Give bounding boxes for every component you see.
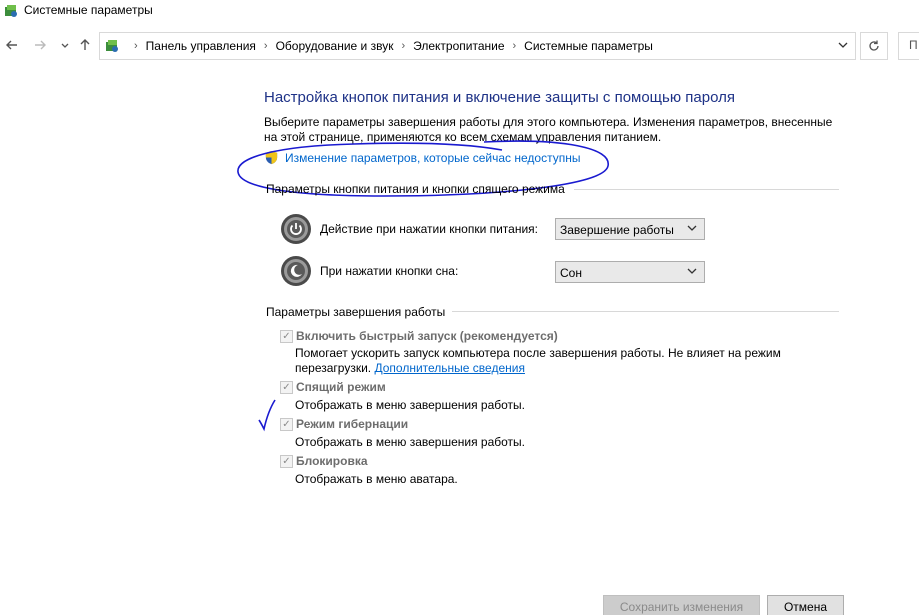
checkmark-icon: ✓	[282, 419, 291, 430]
cancel-button[interactable]: Отмена	[767, 595, 844, 615]
uac-shield-icon	[265, 150, 278, 165]
power-button-action-select[interactable]: Завершение работы	[555, 218, 705, 240]
lock-checkbox[interactable]: ✓	[280, 455, 293, 468]
chevron-down-icon	[61, 43, 69, 48]
sleep-description: Отображать в меню завершения работы.	[295, 398, 526, 412]
arrow-up-icon	[80, 39, 90, 50]
change-unavailable-settings-link[interactable]: Изменение параметров, которые сейчас нед…	[285, 151, 581, 165]
sleep-checkbox[interactable]: ✓	[280, 381, 293, 394]
breadcrumb-separator[interactable]: ›	[401, 40, 405, 52]
power-button-action-value: Завершение работы	[560, 223, 674, 237]
fast-startup-description: Помогает ускорить запуск компьютера посл…	[295, 346, 815, 376]
intro-text: Выберите параметры завершения работы для…	[264, 115, 833, 144]
sleep-button-action-value: Сон	[560, 266, 582, 280]
chevron-down-icon	[686, 222, 698, 237]
lock-description: Отображать в меню аватара.	[295, 472, 458, 486]
fast-startup-label: Включить быстрый запуск (рекомендуется)	[296, 329, 558, 343]
power-button-icon	[281, 214, 311, 244]
breadcrumb: › Панель управления › Оборудование и зву…	[126, 39, 653, 53]
arrow-left-icon	[6, 40, 17, 50]
recent-locations-button[interactable]	[56, 35, 74, 55]
hibernate-checkbox[interactable]: ✓	[280, 418, 293, 431]
sleep-button-action-select[interactable]: Сон	[555, 261, 705, 283]
hibernate-description: Отображать в меню завершения работы.	[295, 435, 526, 449]
more-info-link[interactable]: Дополнительные сведения	[374, 361, 524, 375]
group-divider	[452, 311, 839, 312]
save-changes-button[interactable]: Сохранить изменения	[603, 595, 760, 615]
breadcrumb-separator[interactable]: ›	[513, 40, 517, 52]
search-input[interactable]: П	[898, 32, 919, 60]
search-placeholder: П	[909, 38, 918, 52]
chevron-down-icon	[838, 42, 848, 48]
fast-startup-checkbox[interactable]: ✓	[280, 330, 293, 343]
power-buttons-group-header: Параметры кнопки питания и кнопки спящег…	[266, 182, 565, 196]
back-button[interactable]	[3, 35, 21, 55]
power-button-action-label: Действие при нажатии кнопки питания:	[320, 222, 539, 236]
group-divider	[574, 189, 839, 190]
arrow-right-icon	[35, 40, 46, 50]
annotation-checkmark	[258, 399, 276, 432]
control-panel-icon	[5, 5, 17, 17]
main-content: Настройка кнопок питания и включение защ…	[0, 60, 919, 615]
page-title: Настройка кнопок питания и включение защ…	[264, 89, 735, 106]
checkmark-icon: ✓	[282, 331, 291, 342]
title-bar: Системные параметры	[0, 0, 919, 24]
chevron-down-icon	[686, 265, 698, 280]
sleep-button-action-label: При нажатии кнопки сна:	[320, 264, 459, 278]
lock-label: Блокировка	[296, 454, 368, 468]
control-panel-icon	[106, 40, 118, 52]
breadcrumb-separator[interactable]: ›	[264, 40, 268, 52]
checkmark-icon: ✓	[282, 382, 291, 393]
address-dropdown-button[interactable]	[837, 39, 849, 54]
sleep-button-icon	[281, 256, 311, 286]
breadcrumb-system-settings[interactable]: Системные параметры	[524, 39, 653, 53]
address-bar[interactable]: › Панель управления › Оборудование и зву…	[99, 32, 856, 60]
shutdown-settings-group-header: Параметры завершения работы	[266, 305, 446, 319]
refresh-button[interactable]	[860, 32, 888, 60]
sleep-label: Спящий режим	[296, 380, 386, 394]
breadcrumb-separator: ›	[134, 40, 138, 52]
fast-startup-desc-text: Помогает ускорить запуск компьютера посл…	[295, 346, 781, 375]
forward-button[interactable]	[31, 35, 49, 55]
breadcrumb-power-options[interactable]: Электропитание	[413, 39, 504, 53]
breadcrumb-control-panel[interactable]: Панель управления	[146, 39, 256, 53]
checkmark-icon: ✓	[282, 456, 291, 467]
navigation-bar: › Панель управления › Оборудование и зву…	[0, 30, 919, 60]
breadcrumb-hardware-sound[interactable]: Оборудование и звук	[276, 39, 394, 53]
refresh-icon	[869, 40, 879, 51]
hibernate-label: Режим гибернации	[296, 417, 409, 431]
up-button[interactable]	[76, 35, 94, 55]
window-title: Системные параметры	[24, 3, 153, 17]
